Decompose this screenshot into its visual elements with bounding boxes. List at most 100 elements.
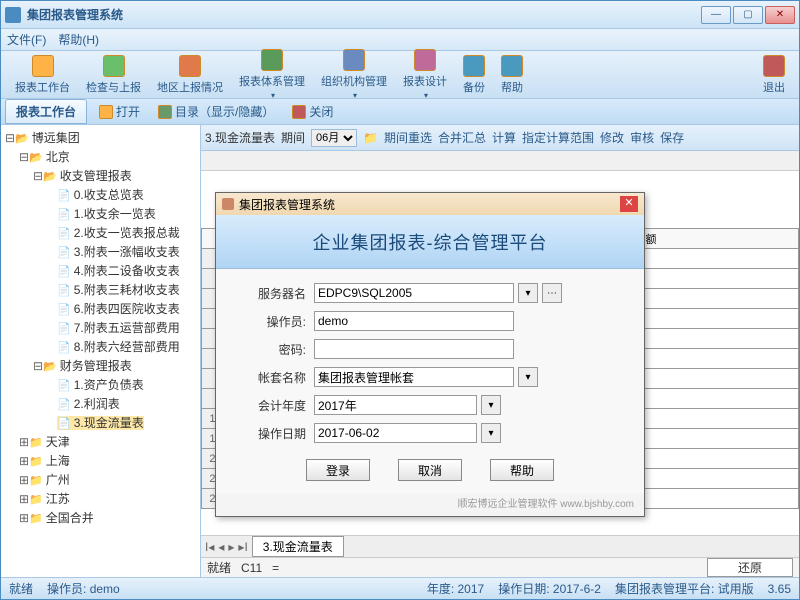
- toolbar-system-mgmt[interactable]: 报表体系管理: [231, 47, 313, 102]
- opdate-picker-button[interactable]: ▾: [481, 423, 501, 443]
- sheet-nav-next[interactable]: ▸: [228, 540, 234, 554]
- subbtn-directory[interactable]: 目录（显示/隐藏）: [152, 101, 280, 122]
- report-name: 3.现金流量表: [205, 129, 275, 146]
- formula-eq: =: [272, 561, 279, 575]
- tree-tianjin[interactable]: 天津: [29, 435, 70, 449]
- menu-help[interactable]: 帮助(H): [58, 31, 99, 48]
- tree-guangzhou[interactable]: 广州: [29, 473, 70, 487]
- tree-doc[interactable]: 2.利润表: [57, 397, 120, 411]
- operator-label: 操作员:: [240, 313, 306, 330]
- merge-link[interactable]: 合并汇总: [438, 129, 486, 146]
- formula-status: 就绪: [207, 559, 231, 576]
- operator-input[interactable]: [314, 311, 514, 331]
- server-input[interactable]: [314, 283, 514, 303]
- server-label: 服务器名: [240, 285, 306, 302]
- app-icon: [5, 7, 21, 23]
- close-button[interactable]: ✕: [765, 6, 795, 24]
- account-dropdown-button[interactable]: ▾: [518, 367, 538, 387]
- sheet-nav-prev[interactable]: ◂: [218, 540, 224, 554]
- login-button[interactable]: 登录: [306, 459, 370, 481]
- tree-doc[interactable]: 1.收支余一览表: [57, 207, 156, 221]
- sheet-nav-last[interactable]: ▸I: [238, 540, 247, 554]
- subbtn-close[interactable]: 关闭: [286, 101, 339, 122]
- review-link[interactable]: 审核: [630, 129, 654, 146]
- tree-doc[interactable]: 3.现金流量表: [57, 416, 144, 430]
- tree-doc[interactable]: 8.附表六经营部费用: [57, 340, 180, 354]
- backup-icon: [463, 55, 485, 77]
- server-browse-button[interactable]: ⋯: [542, 283, 562, 303]
- cancel-button[interactable]: 取消: [398, 459, 462, 481]
- directory-icon: [158, 105, 172, 119]
- dialog-footer: 顺宏博远企业管理软件 www.bjshby.com: [216, 493, 644, 516]
- sheet-nav-first[interactable]: I◂: [205, 540, 214, 554]
- tree-consol[interactable]: 全国合并: [29, 511, 94, 525]
- help-icon: [501, 55, 523, 77]
- status-ready: 就绪: [9, 580, 33, 597]
- toolbar-backup[interactable]: 备份: [455, 53, 493, 97]
- toolbar-org-mgmt[interactable]: 组织机构管理: [313, 47, 395, 102]
- subbtn-open[interactable]: 打开: [93, 101, 146, 122]
- password-label: 密码:: [240, 341, 306, 358]
- tree-doc[interactable]: 5.附表三耗材收支表: [57, 283, 180, 297]
- restore-button[interactable]: 还原: [707, 558, 793, 577]
- tree-pane[interactable]: ⊟博远集团 ⊟北京 ⊟收支管理报表 0.收支总览表1.收支余一览表2.收支一览表…: [1, 125, 201, 577]
- tree-group2[interactable]: 财务管理报表: [43, 359, 132, 373]
- tree-root[interactable]: 博远集团: [15, 131, 80, 145]
- minimize-button[interactable]: —: [701, 6, 731, 24]
- month-select[interactable]: 06月: [311, 129, 357, 147]
- period-label: 期间: [281, 129, 305, 146]
- calc-link[interactable]: 计算: [492, 129, 516, 146]
- opdate-input[interactable]: [314, 423, 477, 443]
- server-dropdown-button[interactable]: ▾: [518, 283, 538, 303]
- toolbar-help[interactable]: 帮助: [493, 53, 531, 97]
- dialog-icon: [222, 198, 234, 210]
- maximize-button[interactable]: ▢: [733, 6, 763, 24]
- account-label: 帐套名称: [240, 369, 306, 386]
- status-year: 2017: [458, 582, 485, 596]
- help-button[interactable]: 帮助: [490, 459, 554, 481]
- tree-beijing[interactable]: 北京: [29, 150, 70, 164]
- tree-doc[interactable]: 0.收支总览表: [57, 188, 144, 202]
- toolbar-exit[interactable]: 退出: [755, 53, 793, 97]
- login-dialog: 集团报表管理系统 ✕ 企业集团报表-综合管理平台 服务器名 ▾ ⋯ 操作员: 密…: [215, 192, 645, 517]
- sheet-tab[interactable]: 3.现金流量表: [252, 536, 344, 557]
- check-icon: [103, 55, 125, 77]
- tree-doc[interactable]: 4.附表二设备收支表: [57, 264, 180, 278]
- status-operator: demo: [90, 582, 120, 596]
- password-input[interactable]: [314, 339, 514, 359]
- tree-doc[interactable]: 3.附表一涨幅收支表: [57, 245, 180, 259]
- exit-icon: [763, 55, 785, 77]
- org-icon: [343, 49, 365, 71]
- calc-range-link[interactable]: 指定计算范围: [522, 129, 594, 146]
- tree-doc[interactable]: 2.收支一览表报总裁: [57, 226, 180, 240]
- formula-cell: C11: [241, 561, 262, 575]
- account-input[interactable]: [314, 367, 514, 387]
- design-icon: [414, 49, 436, 71]
- close-icon: [292, 105, 306, 119]
- save-link[interactable]: 保存: [660, 129, 684, 146]
- toolbar-region-status[interactable]: 地区上报情况: [149, 53, 231, 97]
- tree-doc[interactable]: 7.附表五运营部费用: [57, 321, 180, 335]
- window-title: 集团报表管理系统: [27, 6, 701, 23]
- workbench-icon: [32, 55, 54, 77]
- tree-group1[interactable]: 收支管理报表: [43, 169, 132, 183]
- tree-jiangsu[interactable]: 江苏: [29, 492, 70, 506]
- modify-link[interactable]: 修改: [600, 129, 624, 146]
- dialog-close-button[interactable]: ✕: [620, 196, 638, 212]
- tree-doc[interactable]: 1.资产负债表: [57, 378, 144, 392]
- fyear-label: 会计年度: [240, 397, 306, 414]
- period-requery[interactable]: 期间重选: [384, 129, 432, 146]
- status-edition: 试用版: [718, 582, 754, 596]
- toolbar-report-design[interactable]: 报表设计: [395, 47, 455, 102]
- fyear-dropdown-button[interactable]: ▾: [481, 395, 501, 415]
- menu-file[interactable]: 文件(F): [7, 31, 46, 48]
- toolbar-workbench[interactable]: 报表工作台: [7, 53, 78, 97]
- open-icon: [99, 105, 113, 119]
- tree-shanghai[interactable]: 上海: [29, 454, 70, 468]
- fyear-input[interactable]: [314, 395, 477, 415]
- subtab-workbench[interactable]: 报表工作台: [5, 99, 87, 124]
- opdate-label: 操作日期: [240, 425, 306, 442]
- toolbar-check-report[interactable]: 检查与上报: [78, 53, 149, 97]
- status-version: 3.65: [768, 582, 791, 596]
- tree-doc[interactable]: 6.附表四医院收支表: [57, 302, 180, 316]
